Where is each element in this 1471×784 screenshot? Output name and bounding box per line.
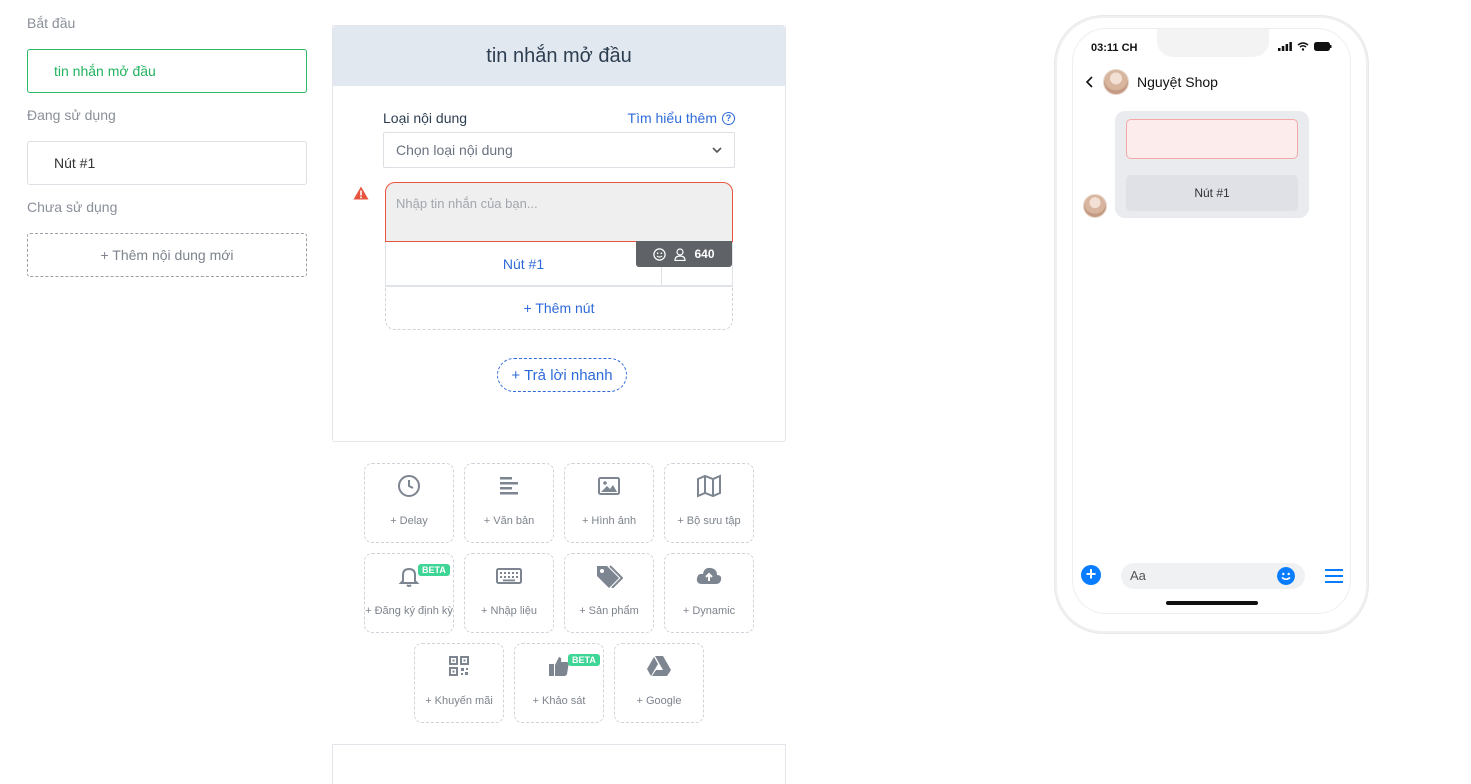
tile-label: + Google [636, 695, 682, 707]
chevron-down-icon [712, 147, 722, 153]
tile-image[interactable]: + Hình ảnh [564, 463, 654, 543]
content-type-select[interactable]: Chọn loại nội dung [383, 132, 735, 168]
tile-subscription[interactable]: BETA + Đăng ký định kỳ [364, 553, 454, 633]
add-content-button[interactable]: + Thêm nội dung mới [27, 233, 307, 277]
text-lines-icon [500, 477, 518, 495]
learn-more-link[interactable]: Tìm hiểu thêm ? [628, 110, 735, 126]
tile-input[interactable]: + Nhập liệu [464, 553, 554, 633]
warning-icon [353, 186, 369, 200]
tile-label: + Hình ảnh [581, 515, 637, 527]
status-time: 03:11 CH [1091, 42, 1138, 54]
message-avatar [1083, 194, 1107, 218]
select-placeholder: Chọn loại nội dung [396, 142, 513, 158]
tile-survey[interactable]: BETA + Khảo sát [514, 643, 604, 723]
tile-label: + Dynamic [682, 605, 736, 617]
message-input[interactable]: Nhập tin nhắn của bạn... [385, 182, 733, 242]
tile-google[interactable]: + Google [614, 643, 704, 723]
content-type-label: Loại nội dung [383, 110, 468, 126]
tile-label: + Sản phẩm [579, 605, 639, 617]
tile-label: + Văn bản [483, 515, 535, 527]
tile-promotion[interactable]: + Khuyến mãi [414, 643, 504, 723]
editor-title: tin nhắn mở đầu [333, 26, 785, 86]
map-icon [697, 474, 721, 498]
google-drive-icon [647, 656, 671, 676]
start-section-label: Bắt đầu [27, 15, 76, 31]
cloud-upload-icon [696, 567, 722, 584]
tile-gallery[interactable]: + Bộ sưu tập [664, 463, 754, 543]
chat-header: Nguyệt Shop [1085, 69, 1218, 95]
phone-notch [1157, 29, 1269, 57]
battery-icon [1314, 42, 1332, 51]
emoji-icon[interactable] [1277, 567, 1295, 585]
tile-delay[interactable]: + Delay [364, 463, 454, 543]
message-button-1[interactable]: Nút #1 [386, 242, 662, 285]
next-editor-card [332, 744, 786, 784]
wifi-icon [1297, 42, 1309, 51]
tile-product[interactable]: + Sản phẩm [564, 553, 654, 633]
start-message-item[interactable]: tin nhắn mở đầu [27, 49, 307, 93]
qr-code-icon [449, 656, 469, 676]
user-icon[interactable] [674, 247, 687, 261]
char-counter: 640 [694, 247, 715, 261]
tile-label: + Đăng ký định kỳ [365, 605, 453, 617]
message-editor-card: tin nhắn mở đầu Loại nội dung Tìm hiểu t… [332, 25, 786, 442]
unused-section-label: Chưa sử dụng [27, 199, 118, 215]
tile-label: + Nhập liệu [481, 605, 537, 617]
message-toolbar: 640 [636, 241, 732, 267]
add-button-button[interactable]: + Thêm nút [385, 286, 733, 330]
plus-icon[interactable]: + [1081, 565, 1101, 585]
signal-icon [1278, 42, 1292, 51]
composer: + Aa [1073, 563, 1350, 589]
home-indicator [1166, 601, 1258, 605]
quick-reply-button[interactable]: + Trả lời nhanh [497, 358, 627, 392]
clock-icon [398, 475, 420, 497]
tile-dynamic[interactable]: + Dynamic [664, 553, 754, 633]
preview-message-empty [1126, 119, 1298, 159]
menu-icon[interactable] [1325, 569, 1343, 587]
beta-badge: BETA [418, 564, 450, 576]
tile-label: + Delay [390, 515, 428, 527]
emoji-icon[interactable] [653, 247, 667, 261]
button-1-item[interactable]: Nút #1 [27, 141, 307, 185]
shop-name: Nguyệt Shop [1137, 74, 1218, 90]
phone-screen: 03:11 CH Nguyệt Shop Nút #1 + Aa [1072, 28, 1351, 614]
beta-badge: BETA [568, 654, 600, 666]
tile-label: + Khảo sát [532, 695, 586, 707]
preview-button-1[interactable]: Nút #1 [1126, 175, 1298, 211]
tile-label: + Khuyến mãi [425, 695, 493, 707]
status-icons [1278, 42, 1332, 51]
avatar [1103, 69, 1129, 95]
message-bubble: Nút #1 [1115, 111, 1309, 218]
back-arrow-icon[interactable] [1085, 75, 1095, 89]
image-icon [598, 477, 620, 495]
in-use-section-label: Đang sử dụng [27, 107, 116, 123]
learn-more-text: Tìm hiểu thêm [627, 110, 717, 126]
keyboard-icon [496, 568, 522, 584]
tags-icon [597, 565, 623, 588]
tile-text[interactable]: + Văn bản [464, 463, 554, 543]
help-icon: ? [722, 111, 735, 125]
tile-label: + Bộ sưu tập [677, 515, 741, 527]
